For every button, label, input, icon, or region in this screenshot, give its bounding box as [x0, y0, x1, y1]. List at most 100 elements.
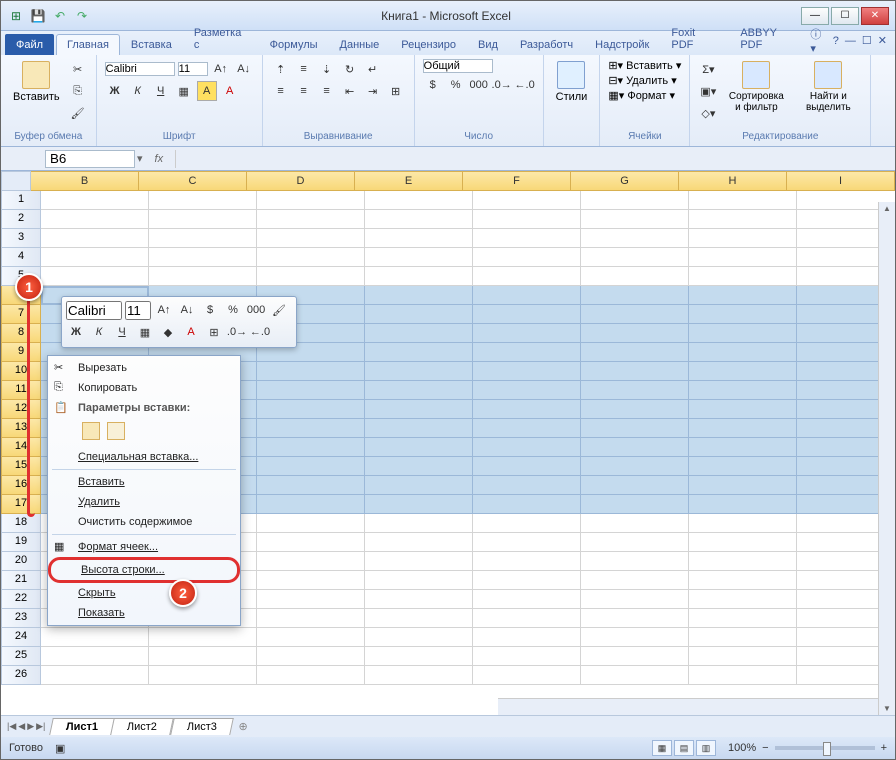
paste-button[interactable]: Вставить — [9, 59, 64, 105]
row-header[interactable]: 4 — [1, 248, 41, 267]
cell[interactable] — [473, 191, 581, 210]
mini-dec-decimal-icon[interactable]: ←.0 — [250, 322, 270, 342]
cell[interactable] — [689, 191, 797, 210]
tab-foxit[interactable]: Foxit PDF — [660, 22, 729, 55]
mini-italic[interactable]: К — [89, 322, 109, 342]
next-sheet-icon[interactable]: ▶ — [27, 721, 34, 732]
cell[interactable] — [257, 647, 365, 666]
bold-button[interactable]: Ж — [105, 81, 125, 101]
format-painter-icon[interactable]: 🖌 — [68, 103, 88, 123]
border-icon[interactable]: ▦ — [174, 81, 194, 101]
cell[interactable] — [473, 647, 581, 666]
page-layout-view-icon[interactable]: ▤ — [674, 740, 694, 756]
tab-abbyy[interactable]: ABBYY PDF — [729, 22, 810, 55]
row-header[interactable]: 9 — [1, 343, 41, 362]
grow-font-icon[interactable]: A↑ — [211, 59, 231, 79]
row-header[interactable]: 23 — [1, 609, 41, 628]
cell[interactable] — [689, 476, 797, 495]
mini-grow-font-icon[interactable]: A↑ — [154, 300, 174, 320]
cell[interactable] — [581, 647, 689, 666]
cell[interactable] — [581, 191, 689, 210]
cell[interactable] — [365, 400, 473, 419]
row-header[interactable]: 8 — [1, 324, 41, 343]
tab-data[interactable]: Данные — [329, 34, 391, 55]
normal-view-icon[interactable]: ▦ — [652, 740, 672, 756]
merge-icon[interactable]: ⊞ — [386, 81, 406, 101]
cell[interactable] — [257, 229, 365, 248]
cell[interactable] — [365, 533, 473, 552]
cell[interactable] — [473, 628, 581, 647]
menu-paste-special[interactable]: Специальная вставка... — [48, 447, 240, 467]
row-header[interactable]: 1 — [1, 191, 41, 210]
cell[interactable] — [581, 590, 689, 609]
cell[interactable] — [581, 666, 689, 685]
cell[interactable] — [581, 343, 689, 362]
cell[interactable] — [257, 438, 365, 457]
mini-percent-icon[interactable]: % — [223, 300, 243, 320]
cell[interactable] — [473, 514, 581, 533]
cell[interactable] — [41, 666, 149, 685]
fx-icon[interactable]: fx — [155, 153, 164, 165]
help-icon[interactable]: ? — [833, 35, 839, 47]
cell[interactable] — [365, 248, 473, 267]
cell[interactable] — [581, 628, 689, 647]
last-sheet-icon[interactable]: ▶| — [36, 721, 45, 732]
cell[interactable] — [473, 343, 581, 362]
cell[interactable] — [257, 248, 365, 267]
format-cells-button[interactable]: ▦▾ Формат ▾ — [608, 89, 681, 102]
shrink-font-icon[interactable]: A↓ — [234, 59, 254, 79]
cell[interactable] — [257, 609, 365, 628]
cell[interactable] — [689, 495, 797, 514]
cell[interactable] — [257, 362, 365, 381]
sort-filter-button[interactable]: Сортировка и фильтр — [722, 59, 790, 115]
mini-border-icon[interactable]: ▦ — [135, 322, 155, 342]
mini-format-painter-icon[interactable]: 🖌 — [269, 300, 289, 320]
cell[interactable] — [149, 210, 257, 229]
cell[interactable] — [473, 400, 581, 419]
styles-button[interactable]: Стили — [552, 59, 592, 105]
cell[interactable] — [689, 609, 797, 628]
row-header[interactable]: 21 — [1, 571, 41, 590]
paste-values-icon[interactable] — [107, 422, 125, 440]
cell[interactable] — [473, 267, 581, 286]
insert-cells-button[interactable]: ⊞▾ Вставить ▾ — [608, 59, 681, 72]
cell[interactable] — [689, 400, 797, 419]
name-box[interactable] — [45, 150, 135, 168]
menu-format-cells[interactable]: ▦Формат ячеек... — [48, 537, 240, 557]
cell[interactable] — [581, 286, 689, 305]
tab-file[interactable]: Файл — [5, 34, 54, 55]
cell[interactable] — [365, 666, 473, 685]
cell[interactable] — [149, 628, 257, 647]
zoom-out-icon[interactable]: − — [762, 742, 768, 754]
cell[interactable] — [149, 666, 257, 685]
cell[interactable] — [257, 628, 365, 647]
cell[interactable] — [473, 666, 581, 685]
sheet-tab-1[interactable]: Лист1 — [50, 718, 116, 735]
cell[interactable] — [365, 647, 473, 666]
cell[interactable] — [257, 552, 365, 571]
horizontal-scrollbar[interactable] — [498, 698, 878, 715]
cell[interactable] — [689, 229, 797, 248]
paste-all-icon[interactable] — [82, 422, 100, 440]
align-top-icon[interactable]: ⇡ — [271, 59, 291, 79]
cell[interactable] — [689, 324, 797, 343]
row-header[interactable]: 14 — [1, 438, 41, 457]
tab-home[interactable]: Главная — [56, 34, 120, 55]
cell[interactable] — [257, 514, 365, 533]
row-header[interactable]: 25 — [1, 647, 41, 666]
menu-copy[interactable]: ⎘Копировать — [48, 378, 240, 398]
cell[interactable] — [581, 381, 689, 400]
cell[interactable] — [689, 457, 797, 476]
cell[interactable] — [257, 666, 365, 685]
name-box-dropdown-icon[interactable]: ▾ — [137, 152, 143, 165]
save-icon[interactable]: 💾 — [29, 7, 47, 25]
cell[interactable] — [581, 210, 689, 229]
redo-icon[interactable]: ↷ — [73, 7, 91, 25]
page-break-view-icon[interactable]: ▥ — [696, 740, 716, 756]
cell[interactable] — [473, 305, 581, 324]
row-header[interactable]: 16 — [1, 476, 41, 495]
mini-fill-icon[interactable]: ◆ — [158, 322, 178, 342]
cell[interactable] — [365, 229, 473, 248]
mini-font-color-icon[interactable]: A — [181, 322, 201, 342]
cell[interactable] — [365, 191, 473, 210]
